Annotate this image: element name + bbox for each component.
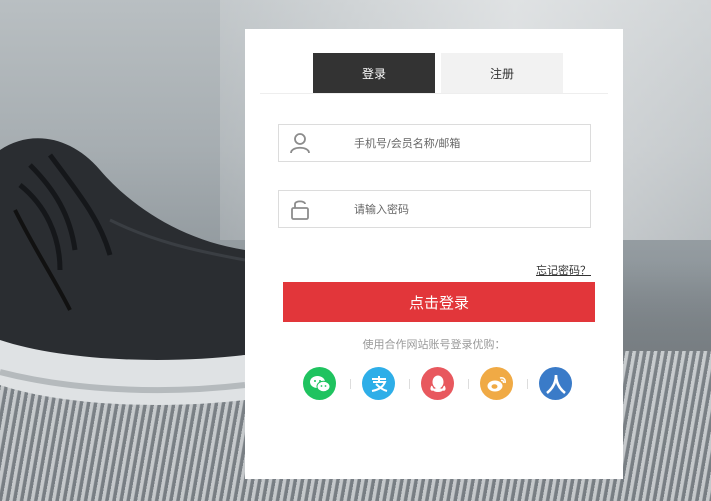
partner-login-prompt: 使用合作网站账号登录优购： xyxy=(362,338,506,351)
wechat-login-button[interactable] xyxy=(303,367,336,400)
auth-tabs: 登录 注册 xyxy=(260,53,608,94)
password-input[interactable] xyxy=(354,191,574,227)
sneaker-image xyxy=(0,138,246,405)
qq-login-button[interactable] xyxy=(421,367,454,400)
separator xyxy=(409,379,410,389)
lock-icon xyxy=(291,200,309,220)
alipay-login-button[interactable] xyxy=(362,367,395,400)
tab-login-label: 登录 xyxy=(361,66,386,81)
renren-icon xyxy=(545,374,566,394)
weibo-login-button[interactable] xyxy=(480,367,513,400)
weibo-icon xyxy=(487,376,506,391)
separator xyxy=(527,379,528,389)
username-field[interactable] xyxy=(278,124,591,162)
username-input[interactable] xyxy=(354,125,574,161)
qq-icon xyxy=(429,375,446,392)
password-field[interactable] xyxy=(278,190,591,228)
tab-login[interactable]: 登录 xyxy=(313,53,435,93)
social-login-row xyxy=(303,367,573,401)
alipay-icon xyxy=(371,375,387,392)
separator xyxy=(468,379,469,389)
forgot-password-link[interactable]: 忘记密码？ xyxy=(536,262,591,278)
login-panel: 登录 注册 忘记密码？ 点击登录 使用合作网站账号登录优购： xyxy=(245,29,623,479)
wechat-icon xyxy=(309,375,330,392)
login-button[interactable]: 点击登录 xyxy=(283,282,595,322)
separator xyxy=(350,379,351,389)
user-icon xyxy=(290,133,310,154)
tab-register[interactable]: 注册 xyxy=(441,53,563,93)
renren-login-button[interactable] xyxy=(539,367,572,400)
tab-register-label: 注册 xyxy=(489,66,514,81)
